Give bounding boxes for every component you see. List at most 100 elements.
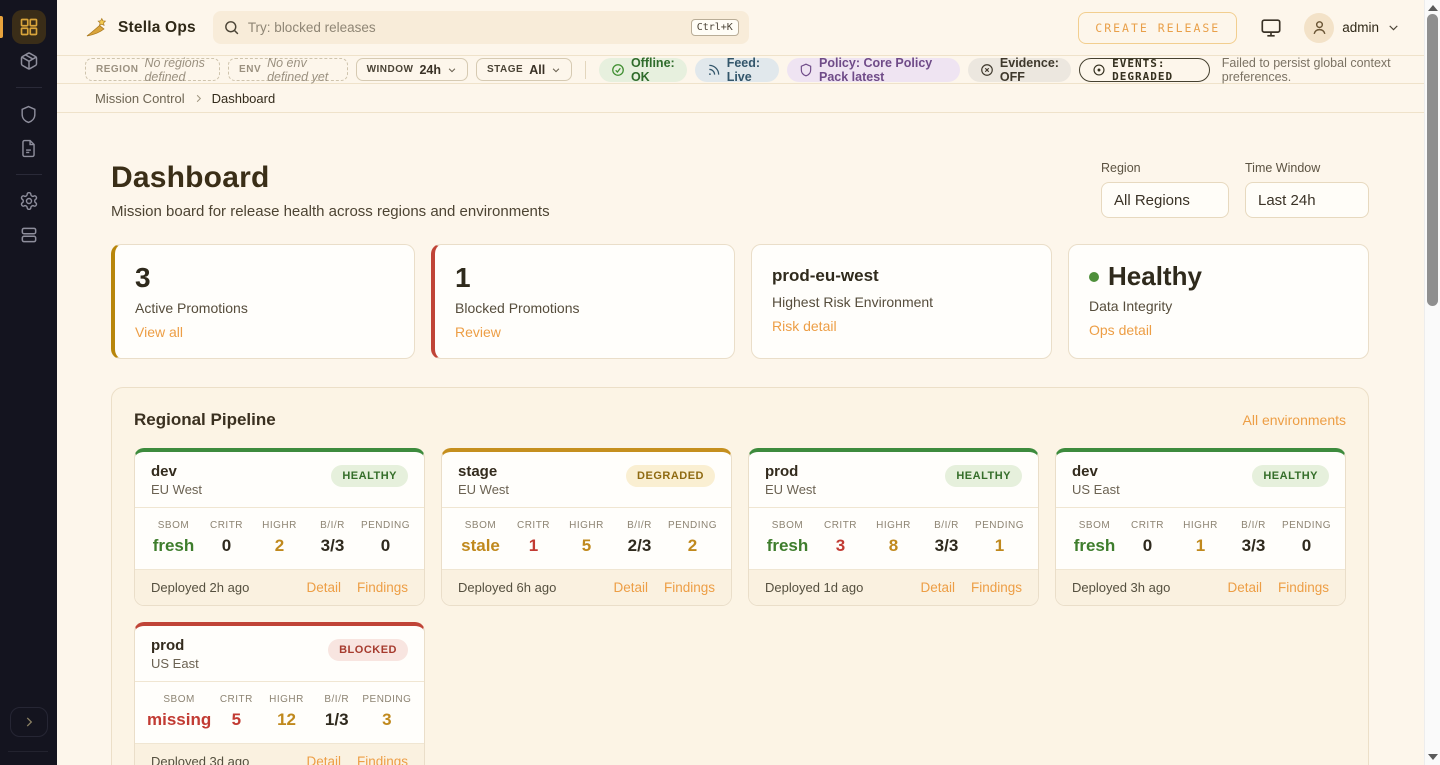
page-header: Dashboard Mission board for release heal… <box>111 161 1369 220</box>
pending-label: PENDING <box>362 694 412 705</box>
blocked-promotions-count: 1 <box>455 263 714 292</box>
pending-label: PENDING <box>973 520 1026 531</box>
scrollbar-down-arrow[interactable] <box>1428 754 1438 760</box>
offline-status-label: Offline: OK <box>631 56 675 84</box>
sbom-label: SBOM <box>454 520 507 531</box>
region-filter-chip[interactable]: REGION No regions defined <box>85 58 220 81</box>
detail-link[interactable]: Detail <box>920 580 955 595</box>
sidebar-item-settings[interactable] <box>12 184 46 218</box>
bir-value: 1/3 <box>312 710 362 730</box>
sidebar-item-security[interactable] <box>12 97 46 131</box>
deployed-time: Deployed 6h ago <box>458 580 556 595</box>
sidebar-expand-button[interactable] <box>10 707 48 737</box>
pending-label: PENDING <box>359 520 412 531</box>
view-all-link[interactable]: View all <box>135 324 183 340</box>
all-environments-link[interactable]: All environments <box>1243 412 1347 428</box>
sidebar-item-documents[interactable] <box>12 131 46 165</box>
chevron-right-icon <box>193 93 204 104</box>
sidebar <box>0 0 57 765</box>
env-name: prod <box>765 463 816 480</box>
ops-detail-link[interactable]: Ops detail <box>1089 322 1152 338</box>
shield-icon <box>19 105 38 124</box>
pending-value: 2 <box>666 536 719 556</box>
region-select[interactable]: All Regions <box>1101 182 1229 218</box>
blocked-promotions-card: 1 Blocked Promotions Review <box>431 244 735 359</box>
status-badge: HEALTHY <box>1252 465 1329 487</box>
persist-error-notice: Failed to persist global context prefere… <box>1222 56 1400 84</box>
events-status-chip[interactable]: EVENTS: DEGRADED <box>1079 58 1210 82</box>
scrollbar-up-arrow[interactable] <box>1428 5 1438 11</box>
evidence-status-chip[interactable]: Evidence: OFF <box>968 58 1071 82</box>
chevron-right-icon <box>22 715 36 729</box>
bir-value: 3/3 <box>1227 536 1280 556</box>
app-title: Stella Ops <box>118 19 196 37</box>
env-name: stage <box>458 463 509 480</box>
search-input[interactable] <box>248 20 683 35</box>
sidebar-item-dashboard[interactable] <box>12 10 46 44</box>
healthy-dot-icon <box>1089 272 1099 282</box>
critr-label: CRITR <box>1121 520 1174 531</box>
breadcrumb: Mission Control Dashboard <box>57 84 1424 113</box>
brand: Stella Ops <box>85 16 196 40</box>
env-region: EU West <box>458 482 509 497</box>
global-search[interactable]: Ctrl+K <box>213 11 749 44</box>
highr-value: 8 <box>867 536 920 556</box>
critr-label: CRITR <box>814 520 867 531</box>
target-dot-icon <box>1092 63 1106 77</box>
findings-link[interactable]: Findings <box>357 754 408 765</box>
stage-filter-chip[interactable]: STAGE All <box>476 58 572 81</box>
main-area: Stella Ops Ctrl+K CREATE RELEASE admin <box>57 0 1424 765</box>
region-control: Region All Regions <box>1101 161 1229 218</box>
offline-status-chip[interactable]: Offline: OK <box>599 58 687 82</box>
regional-pipeline-header: Regional Pipeline All environments <box>134 410 1346 430</box>
bir-label: B/I/R <box>1227 520 1280 531</box>
pending-value: 0 <box>359 536 412 556</box>
page-title-block: Dashboard Mission board for release heal… <box>111 161 550 220</box>
bir-label: B/I/R <box>306 520 359 531</box>
sidebar-divider <box>16 87 42 88</box>
detail-link[interactable]: Detail <box>613 580 648 595</box>
findings-link[interactable]: Findings <box>664 580 715 595</box>
critr-value: 3 <box>814 536 867 556</box>
sbom-label: SBOM <box>147 694 211 705</box>
policy-status-chip[interactable]: Policy: Core Policy Pack latest <box>787 58 960 82</box>
chevron-down-icon <box>447 65 457 75</box>
sbom-label: SBOM <box>761 520 814 531</box>
top-bar-actions: CREATE RELEASE admin <box>1078 12 1400 44</box>
sidebar-bottom-divider <box>8 751 48 752</box>
deployed-time: Deployed 2h ago <box>151 580 249 595</box>
risk-detail-link[interactable]: Risk detail <box>772 318 837 334</box>
highr-label: HIGHR <box>261 694 311 705</box>
window-filter-chip[interactable]: WINDOW 24h <box>356 58 468 81</box>
findings-link[interactable]: Findings <box>1278 580 1329 595</box>
page-subtitle: Mission board for release health across … <box>111 203 550 220</box>
server-icon <box>19 225 39 245</box>
active-promotions-label: Active Promotions <box>135 300 394 316</box>
pending-value: 0 <box>1280 536 1333 556</box>
highr-label: HIGHR <box>867 520 920 531</box>
window-chip-label: WINDOW <box>367 64 414 75</box>
deployed-time: Deployed 3h ago <box>1072 580 1170 595</box>
page-content: Dashboard Mission board for release heal… <box>57 113 1424 765</box>
sidebar-item-releases[interactable] <box>12 44 46 78</box>
regional-pipeline-panel: Regional Pipeline All environments dev E… <box>111 387 1369 765</box>
detail-link[interactable]: Detail <box>306 580 341 595</box>
regional-pipeline-title: Regional Pipeline <box>134 410 276 430</box>
monitor-icon[interactable] <box>1260 17 1282 39</box>
x-circle-icon <box>980 63 994 77</box>
pending-label: PENDING <box>666 520 719 531</box>
bir-label: B/I/R <box>920 520 973 531</box>
detail-link[interactable]: Detail <box>306 754 341 765</box>
feed-status-chip[interactable]: Feed: Live <box>695 58 779 82</box>
review-link[interactable]: Review <box>455 324 501 340</box>
time-window-select[interactable]: Last 24h <box>1245 182 1369 218</box>
env-filter-chip[interactable]: ENV No env defined yet <box>228 58 348 81</box>
detail-link[interactable]: Detail <box>1227 580 1262 595</box>
create-release-button[interactable]: CREATE RELEASE <box>1078 12 1237 44</box>
findings-link[interactable]: Findings <box>971 580 1022 595</box>
breadcrumb-mission-control[interactable]: Mission Control <box>95 91 185 106</box>
scrollbar-thumb[interactable] <box>1427 14 1438 306</box>
findings-link[interactable]: Findings <box>357 580 408 595</box>
user-menu[interactable]: admin <box>1304 13 1400 43</box>
sidebar-item-infrastructure[interactable] <box>12 218 46 252</box>
